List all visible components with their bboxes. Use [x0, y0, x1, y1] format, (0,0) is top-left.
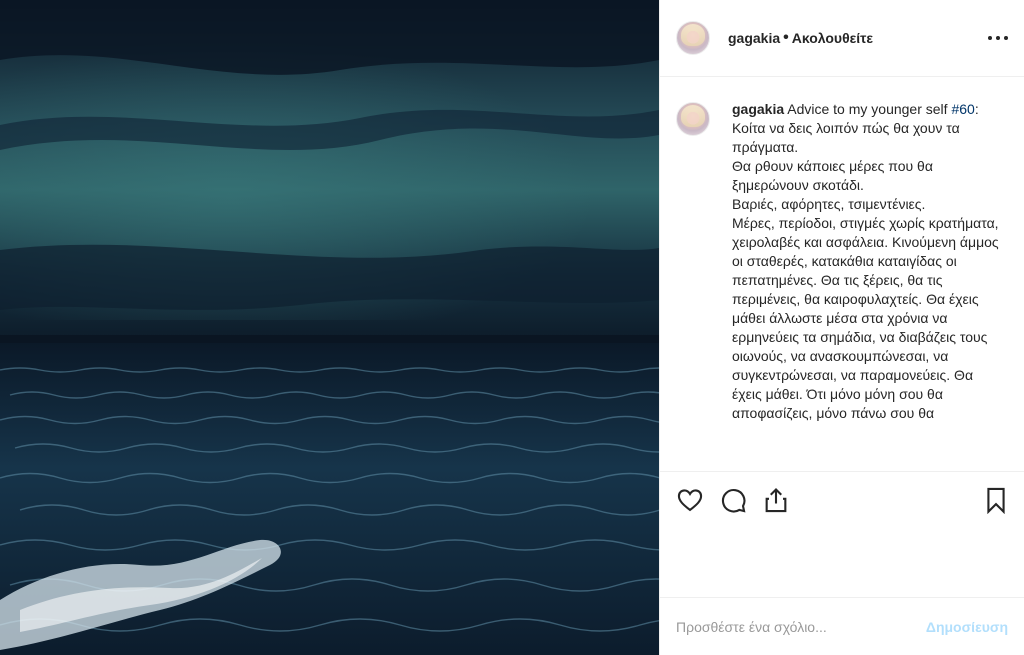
heart-icon[interactable]	[676, 486, 706, 516]
sea-illustration	[0, 0, 659, 655]
post-header: gagakia • Ακολουθείτε	[660, 0, 1024, 77]
comment-icon[interactable]	[719, 486, 749, 516]
post-comment-button[interactable]: Δημοσίευση	[926, 619, 1008, 635]
avatar[interactable]	[676, 21, 710, 55]
comment-input[interactable]	[676, 618, 926, 635]
share-icon[interactable]	[762, 486, 792, 516]
caption-body: : Κοίτα να δεις λοιπόν πώς θα χουν τα πρ…	[732, 101, 999, 421]
comment-bar: Δημοσίευση	[660, 597, 1024, 655]
caption-username[interactable]: gagakia	[732, 101, 784, 117]
post-image[interactable]	[0, 0, 659, 655]
username-link[interactable]: gagakia	[728, 30, 780, 46]
caption: gagakia Advice to my younger self #60: Κ…	[676, 100, 1014, 470]
hashtag-link[interactable]: #60	[951, 101, 974, 117]
post-side-panel: gagakia • Ακολουθείτε gagakia Advice to …	[659, 0, 1024, 655]
more-options-icon[interactable]	[988, 28, 1008, 48]
caption-text: gagakia Advice to my younger self #60: Κ…	[732, 100, 1002, 470]
bookmark-icon[interactable]	[982, 486, 1012, 516]
follow-status-button[interactable]: Ακολουθείτε	[792, 30, 873, 46]
separator-dot: •	[783, 29, 789, 46]
caption-intro: Advice to my younger self	[784, 101, 952, 117]
action-bar	[660, 471, 1024, 531]
caption-avatar[interactable]	[676, 102, 710, 136]
